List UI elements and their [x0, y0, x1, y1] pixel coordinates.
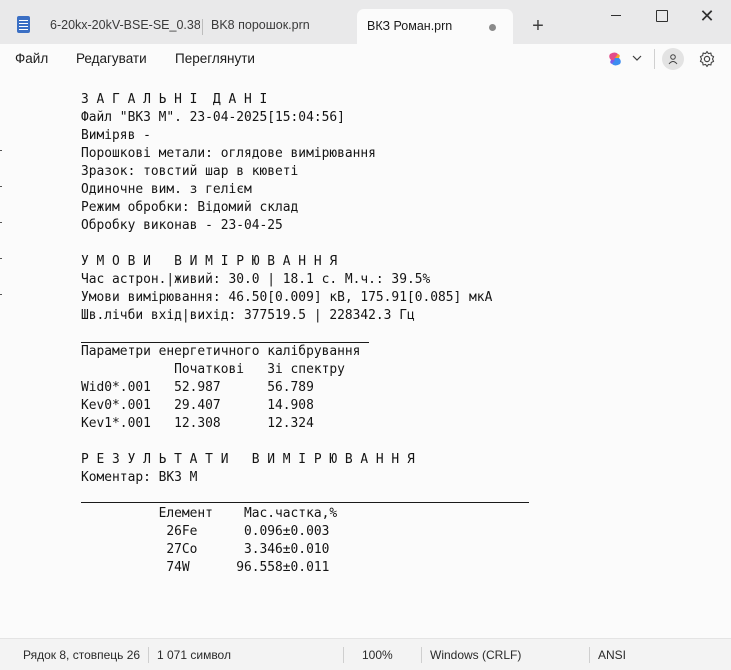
notepad-icon	[17, 16, 30, 33]
gear-icon[interactable]	[698, 50, 716, 68]
plus-icon[interactable]: +	[528, 15, 548, 37]
status-zoom[interactable]: 100%	[362, 648, 393, 662]
status-divider	[343, 647, 344, 663]
tab-2[interactable]: BK8 порошок.prn	[211, 8, 351, 43]
document-line: Kev1*.001 12.308 12.324	[81, 416, 314, 431]
document-line: Порошкові метали: оглядове вимірювання	[81, 146, 376, 161]
document-line: Файл "ВКЗ М". 23-04-2025[15:04:56]	[81, 110, 345, 125]
document-line: З А Г А Л Ь Н І Д А Н І	[81, 92, 268, 107]
unsaved-dot-icon[interactable]	[489, 24, 496, 31]
document-line: 27Co 3.346±0.010	[81, 542, 330, 557]
status-divider	[421, 647, 422, 663]
document-line: Час астрон.|живий: 30.0 | 18.1 с. М.ч.: …	[81, 272, 431, 287]
document-line: Kev0*.001 29.407 14.908	[81, 398, 314, 413]
document-line: Коментар: ВКЗ М	[81, 470, 198, 485]
status-divider	[148, 647, 149, 663]
status-bar: Рядок 8, стовпець 26 1 071 символ 100% W…	[0, 638, 731, 670]
status-encoding[interactable]: ANSI	[598, 648, 626, 662]
copilot-icon[interactable]	[607, 51, 623, 67]
document-line: Шв.лічби вхід|вихід: 377519.5 | 228342.3…	[81, 308, 415, 323]
title-bar: 6-20kx-20kV-BSE-SE_0.38- BK8 порошок.prn…	[0, 0, 731, 44]
close-icon[interactable]: ✕	[684, 4, 730, 28]
menu-edit[interactable]: Редагувати	[76, 51, 147, 66]
tab-divider	[202, 19, 203, 35]
document-text[interactable]: З А Г А Л Ь Н І Д А Н І Файл "ВКЗ М". 23-…	[81, 91, 492, 577]
document-line: Режим обробки: Відомий склад	[81, 200, 299, 215]
toolbar-divider	[654, 49, 655, 69]
document-line: Wid0*.001 52.987 56.789	[81, 380, 314, 395]
document-line: Виміряв -	[81, 128, 151, 143]
document-line: Одиночне вим. з гелієм	[81, 182, 252, 197]
status-line-ending[interactable]: Windows (CRLF)	[430, 648, 521, 662]
minimize-icon[interactable]	[592, 4, 638, 28]
status-position: Рядок 8, стовпець 26	[23, 648, 141, 662]
document-line: Зразок: товстий шар в кюветі	[81, 164, 299, 179]
profile-icon[interactable]	[662, 48, 684, 70]
document-line: 74W 96.558±0.011	[81, 560, 330, 575]
separator-line-2	[81, 502, 529, 503]
menu-view[interactable]: Переглянути	[175, 51, 255, 66]
document-line: У М О В И В И М І Р Ю В А Н Н Я	[81, 254, 338, 269]
document-line: Обробку виконав - 23-04-25	[81, 218, 283, 233]
document-line: 26Fe 0.096±0.003	[81, 524, 330, 539]
document-line: Р Е З У Л Ь Т А Т И В И М І Р Ю В А Н Н …	[81, 452, 415, 467]
document-line: Параметри енергетичного калібрування	[81, 344, 361, 359]
document-line: Елемент Мас.частка,%	[81, 506, 338, 521]
tab-active[interactable]: ВКЗ Роман.prn	[357, 9, 513, 44]
chevron-down-icon[interactable]	[631, 52, 643, 64]
document-line: Умови вимірювання: 46.50[0.009] кВ, 175.…	[81, 290, 493, 305]
maximize-icon[interactable]	[638, 4, 684, 28]
tab-1[interactable]: 6-20kx-20kV-BSE-SE_0.38-	[50, 8, 200, 43]
document-line: Початкові Зі спектру	[81, 362, 345, 377]
gutter-marks	[0, 150, 2, 330]
separator-line-1	[81, 342, 369, 343]
status-char-count: 1 071 символ	[157, 648, 231, 662]
tab-active-label: ВКЗ Роман.prn	[367, 19, 453, 33]
menu-file[interactable]: Файл	[15, 51, 48, 66]
status-divider	[589, 647, 590, 663]
